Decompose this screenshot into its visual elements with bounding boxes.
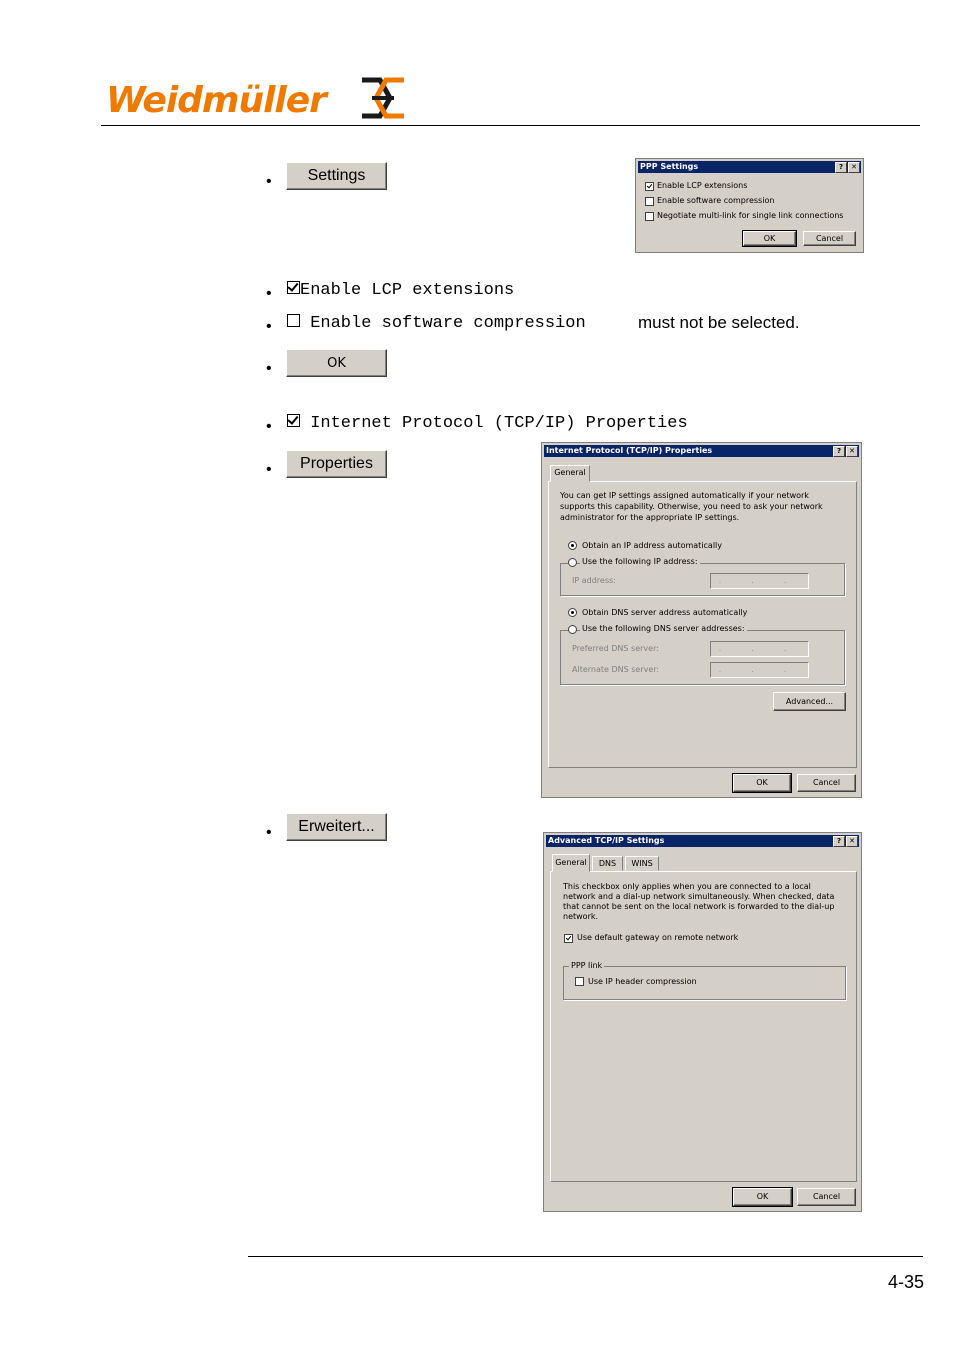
dialog-titlebar: Internet Protocol (TCP/IP) Properties ? … <box>544 445 859 457</box>
alternate-dns-field[interactable]: . . . <box>710 662 809 678</box>
bullet: • <box>266 173 272 190</box>
use-ip-label: Use the following IP address: <box>580 557 700 566</box>
settings-button[interactable]: Settings <box>286 162 387 190</box>
preferred-dns-field[interactable]: . . . <box>710 641 809 657</box>
bullet: • <box>266 461 272 478</box>
use-dns-radio[interactable] <box>568 625 577 634</box>
bullet: • <box>266 318 272 335</box>
use-dns-label: Use the following DNS server addresses: <box>580 624 747 633</box>
enable-sw-compression-step: Enable software compression <box>287 314 586 333</box>
preferred-dns-label: Preferred DNS server: <box>572 644 659 653</box>
intro-line: supports this capability. Otherwise, you… <box>560 502 823 511</box>
info-line: that cannot be sent on the local network… <box>563 902 835 911</box>
cancel-button[interactable]: Cancel <box>797 774 856 792</box>
help-icon[interactable]: ? <box>833 836 845 847</box>
obtain-ip-radio[interactable] <box>568 541 577 550</box>
tab-general[interactable]: General <box>550 465 590 482</box>
intro-line: You can get IP settings assigned automat… <box>560 491 809 500</box>
dialog-titlebar: PPP Settings ? ✕ <box>638 161 861 173</box>
cancel-button[interactable]: Cancel <box>803 231 856 246</box>
brand-logo-text: Weidmüller <box>106 80 327 121</box>
enable-lcp-text: Enable LCP extensions <box>300 281 515 300</box>
checked-box-icon <box>287 414 300 427</box>
header-rule <box>101 125 920 126</box>
bullet: • <box>266 285 272 302</box>
page-number: 4-35 <box>887 1272 924 1292</box>
close-icon[interactable]: ✕ <box>846 446 858 457</box>
intro-line: administrator for the appropriate IP set… <box>560 513 740 522</box>
multilink-label: Negotiate multi-link for single link con… <box>657 211 844 220</box>
enable-lcp-step: Enable LCP extensions <box>287 281 514 300</box>
lcp-label: Enable LCP extensions <box>657 181 748 190</box>
sw-compression-label: Enable software compression <box>657 196 775 205</box>
dialog-title: Advanced TCP/IP Settings <box>548 836 665 845</box>
sw-compression-checkbox[interactable] <box>645 197 654 206</box>
bullet: • <box>266 824 272 841</box>
ok-step-button[interactable]: OK <box>286 349 387 377</box>
lcp-checkbox[interactable] <box>645 182 654 191</box>
ip-header-compression-checkbox[interactable] <box>575 977 584 986</box>
checked-box-icon <box>287 281 300 294</box>
alternate-dns-label: Alternate DNS server: <box>572 665 660 674</box>
tab-dns[interactable]: DNS <box>592 856 623 871</box>
bullet: • <box>266 360 272 377</box>
dialog-title: PPP Settings <box>640 162 699 171</box>
default-gateway-label: Use default gateway on remote network <box>577 933 739 942</box>
enable-sw-compression-text: Enable software compression <box>310 314 586 333</box>
cancel-button[interactable]: Cancel <box>797 1188 856 1206</box>
use-ip-radio[interactable] <box>568 558 577 567</box>
dialog-title: Internet Protocol (TCP/IP) Properties <box>546 446 713 455</box>
must-not-text: must not be selected. <box>638 313 800 332</box>
close-icon[interactable]: ✕ <box>846 836 858 847</box>
obtain-dns-label: Obtain DNS server address automatically <box>582 608 748 617</box>
erweitert-button[interactable]: Erweitert... <box>286 813 387 841</box>
info-line: network. <box>563 912 599 921</box>
multilink-checkbox[interactable] <box>645 212 654 221</box>
help-icon[interactable]: ? <box>835 162 847 173</box>
properties-button[interactable]: Properties <box>286 450 387 478</box>
ip-header-compression-label: Use IP header compression <box>588 977 697 986</box>
bullet: • <box>266 418 272 435</box>
tcpip-properties-dialog: Internet Protocol (TCP/IP) Properties ? … <box>541 442 862 798</box>
close-icon[interactable]: ✕ <box>848 162 860 173</box>
ok-button[interactable]: OK <box>742 230 797 247</box>
ip-address-label: IP address: <box>572 576 616 585</box>
ok-button[interactable]: OK <box>732 1187 793 1207</box>
unchecked-box-icon <box>287 314 300 327</box>
obtain-ip-label: Obtain an IP address automatically <box>582 541 723 550</box>
tab-general[interactable]: General <box>552 854 590 872</box>
tab-wins[interactable]: WINS <box>625 856 659 871</box>
ok-button[interactable]: OK <box>732 773 792 793</box>
tcpip-step-text: Internet Protocol (TCP/IP) Properties <box>310 414 688 433</box>
footer-rule <box>248 1256 923 1257</box>
advanced-tcpip-dialog: Advanced TCP/IP Settings ? ✕ General DNS… <box>543 832 862 1212</box>
help-icon[interactable]: ? <box>833 446 845 457</box>
tcpip-step: Internet Protocol (TCP/IP) Properties <box>287 414 688 433</box>
info-line: network and a dial-up network simultaneo… <box>563 892 835 901</box>
weidmuller-logo-icon <box>362 77 404 119</box>
dialog-titlebar: Advanced TCP/IP Settings ? ✕ <box>546 835 859 847</box>
ppp-link-label: PPP link <box>569 961 605 970</box>
default-gateway-checkbox[interactable] <box>564 934 573 943</box>
advanced-button[interactable]: Advanced... <box>773 692 846 711</box>
info-line: This checkbox only applies when you are … <box>563 882 811 891</box>
ppp-settings-dialog: PPP Settings ? ✕ Enable LCP extensions E… <box>635 158 864 253</box>
ip-address-field[interactable]: . . . <box>710 573 809 589</box>
obtain-dns-radio[interactable] <box>568 608 577 617</box>
